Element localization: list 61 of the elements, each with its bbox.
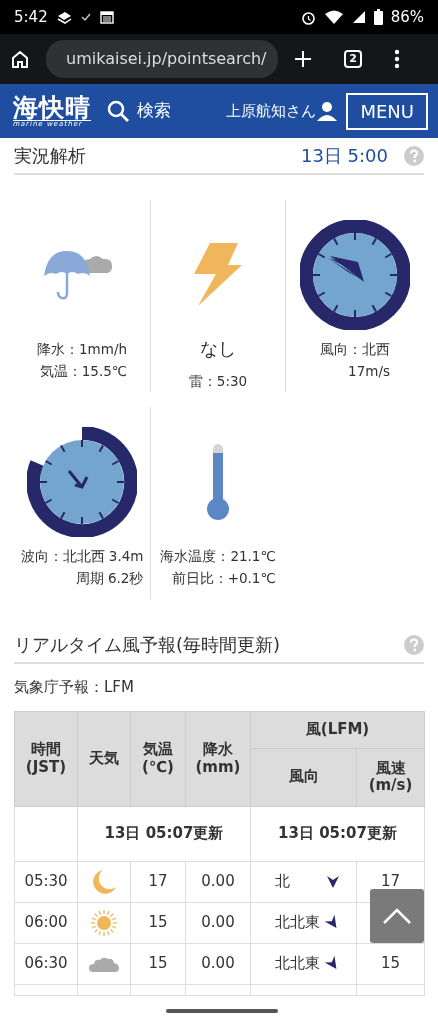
source-label: 気象庁予報：LFM: [14, 677, 135, 698]
reading-text: 降水：1mm/h: [37, 340, 127, 359]
reading-text: 気温：15.5℃: [38, 362, 127, 382]
analysis-time: 13日 5:00: [300, 144, 388, 168]
update-time: 13日 05:07更新: [250, 806, 425, 861]
forecast-word: なし: [200, 336, 236, 361]
battery-icon: [373, 9, 383, 25]
table-cell: 06:30: [14, 943, 78, 984]
table-cell: 0.00: [185, 943, 251, 984]
check-icon: [79, 12, 92, 22]
wifi-icon: [323, 10, 344, 24]
table-cell: 05:30: [14, 861, 78, 902]
update-time: 13日 05:07更新: [77, 806, 251, 861]
reading-text: 17m/s: [347, 362, 390, 382]
user-link[interactable]: 上原航知さん: [226, 99, 339, 123]
stack-icon: [55, 10, 72, 24]
search-icon: [107, 100, 129, 122]
column-header: 降水 (mm): [185, 711, 251, 806]
column-header: 気温 (℃): [130, 711, 186, 806]
column-header: 天気: [77, 711, 131, 806]
more-menu-icon[interactable]: [394, 49, 400, 69]
table-cell-text: 北: [275, 871, 290, 893]
table-cell: 15: [130, 902, 186, 943]
address-bar[interactable]: umikaisei.jp/pointsearch/: [46, 40, 278, 78]
calendar-icon: [99, 10, 114, 24]
lightning-icon: [194, 242, 242, 307]
user-icon: [316, 100, 339, 122]
column-header: 風速 (m/s): [356, 748, 425, 806]
new-tab-icon[interactable]: [294, 50, 312, 68]
reading-text: 風向：北西: [320, 340, 390, 359]
table-cell: 06:00: [14, 902, 78, 943]
clock-time: 5:42: [14, 6, 48, 28]
url-text: umikaisei.jp/pointsearch/: [66, 48, 267, 70]
battery-level: 86%: [390, 6, 424, 28]
table-cell: 0.00: [185, 861, 251, 902]
compass-gauge-icon: [300, 220, 410, 330]
section-title: リアルタイム風予報(毎時間更新): [14, 633, 282, 657]
reading-text: 雷：5:30: [188, 371, 248, 391]
wave-gauge-icon: [27, 427, 137, 537]
section-title: 実況解析: [14, 144, 87, 168]
search-link[interactable]: 検索: [107, 98, 171, 124]
table-cell-text: 北北東: [275, 953, 320, 975]
table-cell: 17: [130, 861, 186, 902]
scroll-top-button[interactable]: [370, 889, 424, 943]
chevron-up-icon: [382, 908, 412, 924]
table-cell-text: 北北東: [275, 912, 320, 934]
column-header: 時間 (JST): [14, 711, 78, 806]
reading-text: 周期 6.2秒: [74, 569, 144, 589]
column-header: 風向: [250, 748, 357, 806]
home-icon[interactable]: [10, 49, 30, 69]
reading-text: 波向：北北西 3.4m: [20, 547, 144, 566]
tab-count[interactable]: 2: [344, 50, 362, 68]
reading-text: 海水温度：21.1℃: [160, 547, 276, 566]
table-cell: 0.00: [185, 902, 251, 943]
signal-icon: [351, 10, 366, 24]
alarm-icon: [300, 9, 316, 25]
table-cell: 15: [130, 943, 186, 984]
column-group-header: 風(LFM): [250, 711, 425, 748]
thermometer-bulb: [207, 498, 229, 520]
reading-text: 前日比：+0.1℃: [170, 569, 276, 589]
menu-button[interactable]: MENU: [346, 92, 428, 130]
